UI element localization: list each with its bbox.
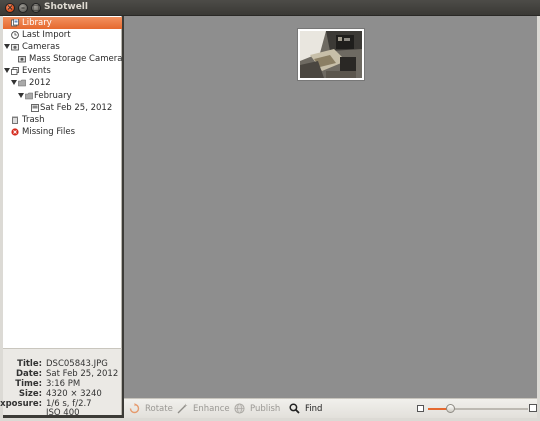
rotate-label: Rotate — [145, 404, 173, 414]
sidebar-item-label: 2012 — [29, 78, 51, 88]
rotate-icon — [129, 403, 140, 414]
info-time-key: Time: — [15, 379, 42, 389]
camera-device-icon — [18, 56, 26, 63]
sidebar-item-february[interactable]: February — [3, 90, 122, 102]
photo-thumbnail[interactable] — [297, 28, 365, 81]
window-title: Shotwell — [44, 2, 88, 12]
sidebar-item-mass-storage-camera[interactable]: Mass Storage Camera — [3, 53, 122, 65]
publish-button[interactable]: Publish — [234, 399, 284, 419]
info-size-value: 4320 × 3240 — [46, 389, 102, 399]
minimize-icon: – — [21, 3, 25, 12]
close-icon: × — [6, 3, 14, 12]
info-time-row: Time: 3:16 PM — [3, 379, 122, 389]
zoom-out-icon[interactable] — [417, 405, 424, 412]
sidebar-item-sat-feb-25-2012[interactable]: Sat Feb 25, 2012 — [3, 102, 122, 114]
missing-files-icon — [11, 128, 19, 136]
expander-arrow-icon[interactable] — [4, 68, 10, 73]
folder-icon — [18, 79, 26, 87]
sidebar-item-cameras[interactable]: Cameras — [3, 41, 122, 53]
zoom-slider-handle[interactable] — [445, 404, 455, 413]
sidebar-item-trash[interactable]: Trash — [3, 114, 122, 126]
minimize-window-button[interactable]: – — [18, 3, 28, 13]
sidebar-item-label: Trash — [22, 115, 45, 125]
event-icon — [31, 104, 39, 112]
find-button[interactable]: Find — [289, 399, 329, 419]
info-size-key: Size: — [18, 389, 42, 399]
sidebar-item-label: Library — [22, 18, 52, 28]
sidebar-item-events[interactable]: Events — [3, 65, 122, 77]
sidebar-item-label: February — [34, 91, 72, 101]
publish-label: Publish — [250, 404, 281, 414]
publish-globe-icon — [234, 403, 245, 414]
zoom-in-icon[interactable] — [529, 404, 537, 412]
info-date-row: Date: Sat Feb 25, 2012 — [3, 369, 122, 379]
trash-icon — [12, 116, 18, 124]
info-title-value: DSC05843.JPG — [46, 359, 108, 369]
info-time-value: 3:16 PM — [46, 379, 81, 389]
last-import-icon — [11, 31, 19, 39]
info-date-key: Date: — [15, 369, 42, 379]
maximize-icon: □ — [32, 3, 40, 12]
info-iso-value: ISO 400 — [46, 408, 80, 418]
find-label: Find — [305, 404, 323, 414]
info-title-key: Title: — [17, 359, 42, 369]
sidebar-item-missing-files[interactable]: Missing Files — [3, 126, 122, 138]
sidebar-item-last-import[interactable]: Last Import — [3, 29, 122, 41]
expander-arrow-icon[interactable] — [18, 93, 24, 98]
info-title-row: Title: DSC05843.JPG — [3, 359, 122, 369]
library-icon — [11, 19, 19, 27]
sidebar-item-2012[interactable]: 2012 — [3, 77, 122, 89]
info-date-value: Sat Feb 25, 2012 — [46, 369, 119, 379]
sidebar-item-label: Events — [22, 66, 51, 76]
zoom-slider[interactable] — [428, 408, 528, 410]
sidebar-item-library[interactable]: Library — [3, 17, 122, 29]
maximize-window-button[interactable]: □ — [31, 3, 41, 13]
bottom-toolbar: Rotate Enhance Publish Find — [124, 398, 537, 418]
sidebar-item-label: Missing Files — [22, 127, 76, 137]
close-window-button[interactable]: × — [5, 3, 15, 13]
search-icon — [289, 403, 300, 414]
rotate-button[interactable]: Rotate — [129, 399, 175, 419]
sidebar-item-label: Sat Feb 25, 2012 — [40, 103, 113, 113]
info-size-row: Size: 4320 × 3240 — [3, 389, 122, 399]
metadata-panel: Title: DSC05843.JPG Date: Sat Feb 25, 20… — [0, 348, 122, 418]
camera-icon — [11, 44, 19, 51]
enhance-wand-icon — [177, 403, 188, 414]
info-iso-row: ISO 400 — [3, 408, 122, 418]
sidebar-item-label: Mass Storage Camera — [29, 54, 123, 64]
photo-grid[interactable] — [124, 16, 537, 398]
enhance-button[interactable]: Enhance — [177, 399, 230, 419]
expander-arrow-icon[interactable] — [4, 44, 10, 49]
title-bar: × – □ Shotwell — [0, 0, 540, 16]
photo-image — [300, 31, 362, 78]
sidebar: Library Last Import Cameras Mass Storage… — [3, 16, 122, 348]
sidebar-item-label: Cameras — [22, 42, 60, 52]
folder-icon — [25, 92, 33, 100]
expander-arrow-icon[interactable] — [11, 80, 17, 85]
enhance-label: Enhance — [193, 404, 230, 414]
events-icon — [11, 67, 19, 75]
sidebar-item-label: Last Import — [22, 30, 71, 40]
